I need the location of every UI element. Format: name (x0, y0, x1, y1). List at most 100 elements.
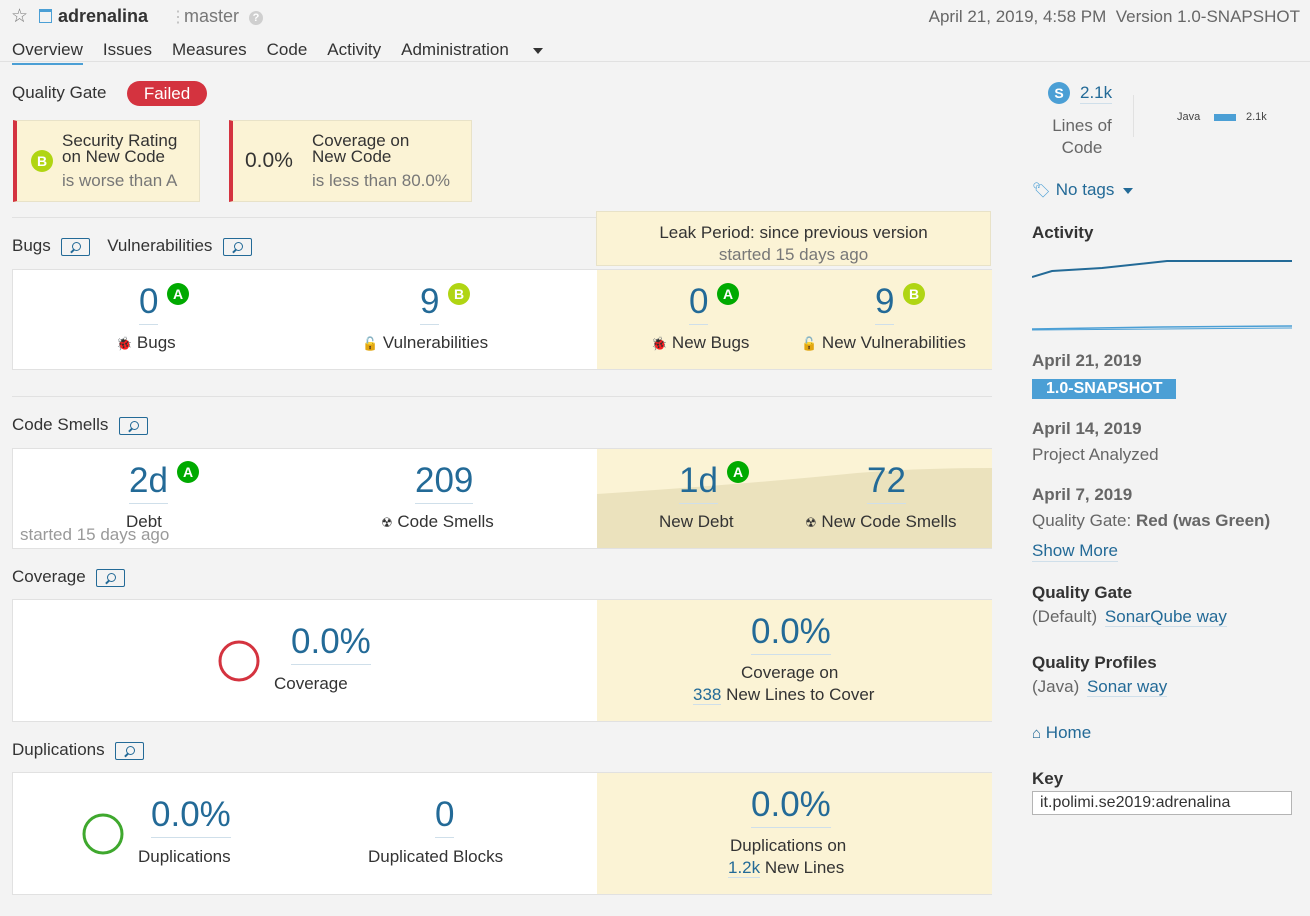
vulns-rating-badge[interactable]: B (448, 283, 470, 305)
new-vulns-rating-badge[interactable]: B (903, 283, 925, 305)
project-name[interactable]: adrenalina (58, 6, 148, 27)
code-smells-panel: 2d A Debt started 15 days ago 209 ☢ Code… (12, 448, 992, 549)
qg-condition-coverage[interactable]: 0.0% Coverage on New Code is less than 8… (229, 120, 472, 202)
code-smell-icon: ☢ (805, 515, 817, 530)
leak-period-title: Leak Period: since previous version (659, 223, 928, 242)
vulns-title: Vulnerabilities (107, 236, 213, 255)
bugs-rating-badge[interactable]: A (167, 283, 189, 305)
quality-gate-status-badge: Failed (127, 81, 207, 106)
qg-condition-security[interactable]: B Security Rating on New Code is worse t… (13, 120, 200, 202)
quality-profiles: (Java) Sonar way (1032, 677, 1168, 697)
event-text: Quality Gate: Red (was Green) (1032, 511, 1270, 531)
new-code-smells-value[interactable]: 72 (867, 461, 906, 504)
code-smells-label: ☢ Code Smells (381, 512, 494, 532)
branch-name[interactable]: master (184, 6, 239, 27)
project-key-field[interactable] (1032, 791, 1292, 815)
main-nav: Overview Issues Measures Code Activity A… (12, 40, 563, 65)
new-debt-label: New Debt (659, 512, 734, 531)
bugs-label: 🐞 Bugs (116, 333, 176, 353)
coverage-title: Coverage (12, 567, 126, 587)
debt-value[interactable]: 2d (129, 461, 168, 504)
new-vulns-value[interactable]: 9 (875, 282, 895, 325)
coverage-label: Coverage (274, 674, 348, 693)
coverage-donut-icon (218, 640, 260, 682)
rating-badge: B (31, 150, 53, 172)
condition-threshold: is worse than A (62, 171, 178, 190)
new-lines-label: New Lines (764, 858, 845, 877)
event-prefix: Quality Gate: (1032, 511, 1132, 530)
coverage-value[interactable]: 0.0% (291, 622, 371, 665)
new-lines-to-cover-label: New Lines to Cover (726, 685, 875, 704)
tab-overview[interactable]: Overview (12, 40, 83, 65)
vulns-label-text: Vulnerabilities (382, 333, 489, 352)
project-version: Version 1.0-SNAPSHOT (1115, 7, 1300, 26)
event-qg-change: Red (was Green) (1135, 511, 1271, 530)
coverage-title-text: Coverage (12, 567, 86, 586)
debt-started-note: started 15 days ago (20, 525, 170, 544)
leak-period-started: started 15 days ago (718, 245, 869, 264)
vulns-value[interactable]: 9 (420, 282, 440, 325)
condition-value: 0.0% (245, 149, 293, 172)
coverage-panel: 0.0% Coverage 0.0% Coverage on 338 New L… (12, 599, 992, 722)
new-lines-to-cover-value[interactable]: 338 (693, 685, 722, 705)
tags-selector[interactable]: 🏷 No tags (1032, 180, 1134, 200)
debt-rating-badge[interactable]: A (177, 461, 199, 483)
code-smells-title-text: Code Smells (12, 415, 109, 434)
section-divider (12, 396, 992, 397)
event-date: April 14, 2019 (1032, 419, 1142, 438)
condition-title-line2: New Code (312, 147, 392, 166)
tab-code[interactable]: Code (267, 40, 308, 65)
duplicated-blocks-value[interactable]: 0 (435, 795, 455, 838)
new-lines-value[interactable]: 1.2k (728, 858, 761, 878)
duplications-title: Duplications (12, 740, 145, 760)
tab-issues[interactable]: Issues (103, 40, 152, 65)
new-bugs-label: 🐞 New Bugs (651, 333, 749, 353)
coverage-drilldown-icon[interactable] (96, 568, 126, 587)
code-smells-value[interactable]: 209 (415, 461, 474, 504)
duplications-drilldown-icon[interactable] (115, 741, 145, 760)
vulns-label: 🔓 Vulnerabilities (362, 333, 488, 353)
home-icon: ⌂ (1032, 725, 1042, 742)
show-more-link[interactable]: Show More (1032, 541, 1118, 562)
new-duplications-value[interactable]: 0.0% (751, 785, 831, 828)
new-debt-rating-badge[interactable]: A (727, 461, 749, 483)
favorite-star-icon[interactable]: ☆ (11, 5, 28, 28)
quality-gate-link[interactable]: SonarQube way (1104, 607, 1227, 627)
code-smells-drilldown-icon[interactable] (119, 416, 149, 435)
debt-sparkline-area (597, 449, 992, 548)
analysis-meta: April 21, 2019, 4:58 PM Version 1.0-SNAP… (929, 7, 1300, 27)
tag-icon: 🏷 (1032, 182, 1052, 199)
code-smells-label-text: Code Smells (397, 512, 494, 531)
language-name: Java (1177, 111, 1201, 123)
vulns-drilldown-icon[interactable] (223, 237, 253, 256)
tags-label: No tags (1055, 180, 1115, 199)
bugs-value[interactable]: 0 (139, 282, 159, 325)
leak-period-header: Leak Period: since previous version star… (596, 211, 991, 266)
tab-measures[interactable]: Measures (172, 40, 247, 65)
duplications-value[interactable]: 0.0% (151, 795, 231, 838)
tab-activity[interactable]: Activity (327, 40, 381, 65)
bugs-drilldown-icon[interactable] (61, 237, 91, 256)
event-date: April 21, 2019 (1032, 351, 1142, 370)
new-bugs-rating-badge[interactable]: A (717, 283, 739, 305)
condition-threshold: is less than 80.0% (312, 171, 450, 190)
language-loc: 2.1k (1246, 111, 1267, 123)
quality-profile-lang: (Java) (1032, 677, 1080, 696)
help-icon[interactable]: ? (249, 11, 263, 25)
code-smell-icon: ☢ (381, 515, 393, 530)
new-debt-value[interactable]: 1d (679, 461, 718, 504)
new-bugs-value[interactable]: 0 (689, 282, 709, 325)
activity-graph[interactable] (1032, 252, 1292, 337)
new-coverage-value[interactable]: 0.0% (751, 612, 831, 655)
sidebar-quality-gate-title: Quality Gate (1032, 583, 1133, 602)
duplications-label: Duplications (138, 847, 231, 866)
tab-administration[interactable]: Administration (401, 40, 543, 65)
new-code-smells-label-text: New Code Smells (821, 512, 957, 531)
loc-value[interactable]: 2.1k (1080, 83, 1113, 104)
leak-area (597, 270, 992, 369)
quality-profile-link[interactable]: Sonar way (1086, 677, 1168, 697)
quality-profiles-title: Quality Profiles (1032, 653, 1157, 672)
new-bugs-label-text: New Bugs (671, 333, 750, 352)
home-link[interactable]: ⌂ Home (1032, 723, 1091, 743)
duplications-panel: 0.0% Duplications 0 Duplicated Blocks 0.… (12, 772, 992, 895)
